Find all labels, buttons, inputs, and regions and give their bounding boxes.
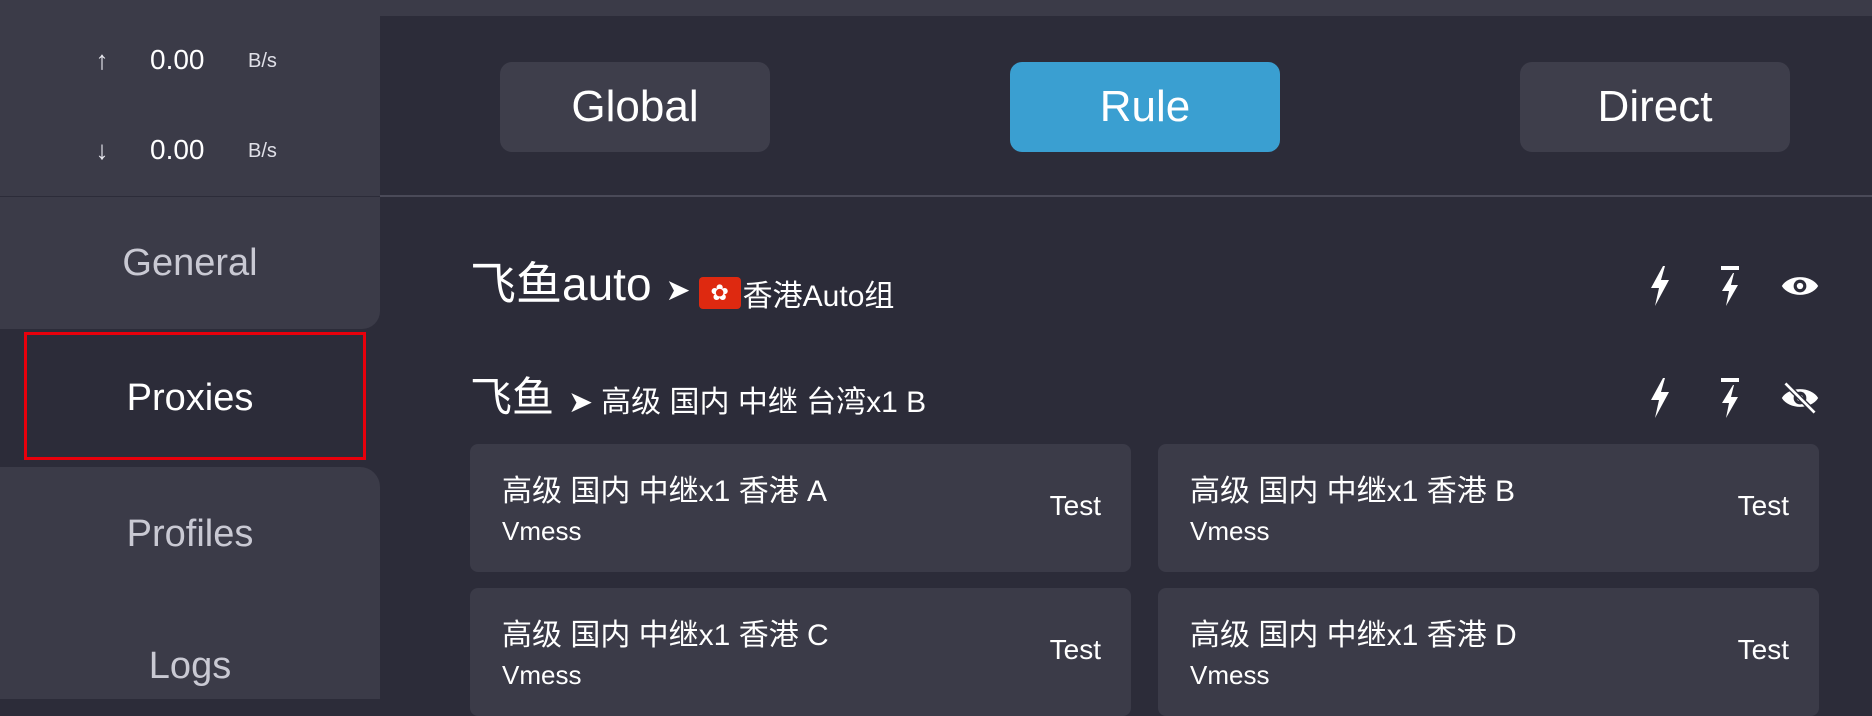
test-all-bolt-icon[interactable] xyxy=(1710,266,1750,306)
download-arrow-icon: ↓ xyxy=(95,134,109,165)
sidebar: ↑ 0.00 B/s ↓ 0.00 B/s General Proxies Pr… xyxy=(0,16,380,699)
eye-icon[interactable] xyxy=(1780,266,1820,306)
proxy-name: 高级 国内 中继x1 香港 A xyxy=(502,475,828,508)
latency-test-bolt-icon[interactable] xyxy=(1640,378,1680,418)
mode-direct-button[interactable]: Direct xyxy=(1520,62,1790,152)
upload-arrow-icon: ↑ xyxy=(95,44,109,75)
nav-item-label: Logs xyxy=(148,644,232,687)
download-speed-row: ↓ 0.00 B/s xyxy=(0,130,380,170)
proxy-card[interactable]: 高级 国内 中继x1 香港 A Vmess Test xyxy=(470,444,1131,572)
upload-speed-row: ↑ 0.00 B/s xyxy=(0,40,380,80)
nav-item-logs[interactable]: Logs xyxy=(0,616,380,716)
proxy-card[interactable]: 高级 国内 中继x1 香港 D Vmess Test xyxy=(1158,588,1819,716)
arrow-right-icon: ➤ xyxy=(568,386,594,419)
proxy-type: Vmess xyxy=(1190,516,1270,546)
download-speed-unit: B/s xyxy=(248,140,277,162)
upload-speed-unit: B/s xyxy=(248,50,277,72)
proxy-name: 高级 国内 中继x1 香港 D xyxy=(1190,619,1517,652)
nav-item-profiles[interactable]: Profiles xyxy=(0,467,380,602)
proxy-test-button[interactable]: Test xyxy=(1050,634,1101,666)
nav-item-label: General xyxy=(122,241,258,284)
test-all-bolt-icon[interactable] xyxy=(1710,378,1750,418)
arrow-right-icon: ➤ xyxy=(665,274,691,307)
proxy-name: 高级 国内 中继x1 香港 B xyxy=(1190,475,1516,508)
selection-highlight-frame xyxy=(24,332,366,460)
proxy-type: Vmess xyxy=(502,516,582,546)
proxy-card[interactable]: 高级 国内 中继x1 香港 B Vmess Test xyxy=(1158,444,1819,572)
upload-speed-value: 0.00 xyxy=(150,44,205,75)
proxy-name: 高级 国内 中继x1 香港 C xyxy=(502,619,829,652)
download-speed-value: 0.00 xyxy=(150,134,205,165)
main-content: Global Rule Direct 飞鱼auto ➤ ✿ 香港Auto组 飞鱼… xyxy=(380,16,1872,716)
proxy-group-actions xyxy=(1640,378,1820,418)
proxy-group-selected-label: 高级 国内 中继 台湾x1 B xyxy=(601,386,927,419)
hong-kong-flag-icon: ✿ xyxy=(698,277,741,309)
proxy-group-name: 飞鱼 xyxy=(470,374,555,421)
mode-divider xyxy=(380,195,1872,197)
proxy-group-selected-label: 香港Auto组 xyxy=(742,280,895,313)
proxy-group-header[interactable]: 飞鱼 ➤ 高级 国内 中继 台湾x1 B xyxy=(470,364,926,425)
proxy-type: Vmess xyxy=(502,660,582,690)
proxy-test-button[interactable]: Test xyxy=(1050,490,1101,522)
nav-item-proxies[interactable]: Proxies xyxy=(0,332,380,464)
mode-global-button[interactable]: Global xyxy=(500,62,770,152)
proxy-group-actions xyxy=(1640,266,1820,306)
window-top-strip xyxy=(0,0,1872,16)
proxy-group-name: 飞鱼auto xyxy=(470,258,652,310)
nav-item-label: Profiles xyxy=(126,513,254,555)
proxy-group-selected: ✿ 香港Auto组 xyxy=(698,271,895,315)
speed-panel: ↑ 0.00 B/s ↓ 0.00 B/s xyxy=(0,16,380,196)
latency-test-bolt-icon[interactable] xyxy=(1640,266,1680,306)
proxy-test-button[interactable]: Test xyxy=(1738,634,1789,666)
nav-item-general[interactable]: General xyxy=(0,197,380,329)
proxy-group-header[interactable]: 飞鱼auto ➤ ✿ 香港Auto组 xyxy=(470,248,894,315)
proxy-card[interactable]: 高级 国内 中继x1 香港 C Vmess Test xyxy=(470,588,1131,716)
proxy-test-button[interactable]: Test xyxy=(1738,490,1789,522)
mode-rule-button[interactable]: Rule xyxy=(1010,62,1280,152)
eye-slash-icon[interactable] xyxy=(1780,378,1820,418)
proxy-type: Vmess xyxy=(1190,660,1270,690)
